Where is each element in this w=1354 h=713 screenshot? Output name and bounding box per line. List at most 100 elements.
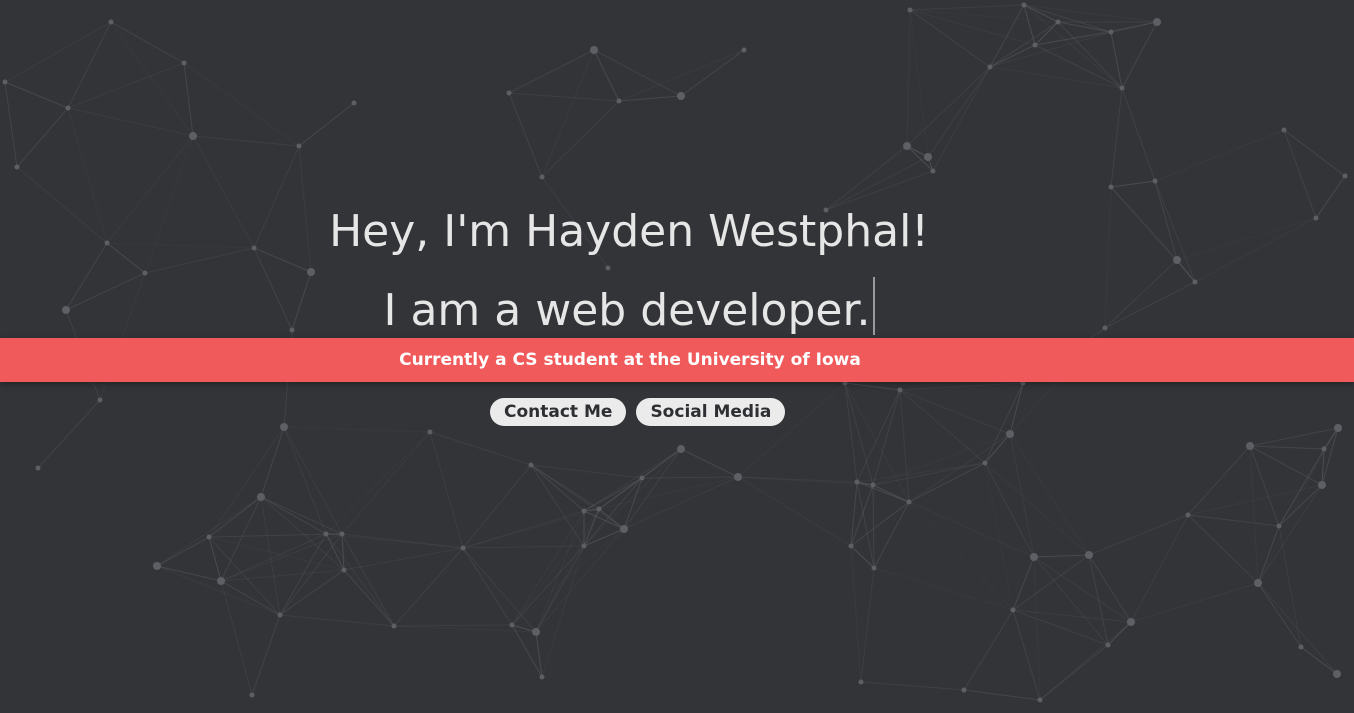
particle-dot [1105,642,1111,648]
particle-link [341,431,431,535]
particle-dot [1021,2,1027,8]
particle-link [1283,129,1317,219]
particle-link [860,681,965,691]
particle-link [1130,582,1259,623]
particle-link [535,545,585,633]
particle-link [429,431,464,549]
particle-dot [1318,481,1326,489]
particle-link [1249,445,1323,486]
particle-link [850,501,910,547]
status-banner: Currently a CS student at the University… [0,338,1354,382]
particle-link [680,49,745,97]
particle-link [909,4,1025,11]
particle-link [1257,484,1323,584]
particle-link [844,382,874,486]
particle-link [156,536,210,567]
particle-link [1088,514,1189,556]
particle-dot [581,543,587,549]
particle-link [1130,514,1189,623]
particle-link [283,426,343,535]
particle-dot [1246,442,1254,450]
particle-dot [1254,579,1262,587]
particle-link [680,448,739,478]
particle-link [156,496,262,567]
particle-link [325,533,395,627]
particle-link [737,476,852,547]
particle-link [462,547,513,626]
particle-link [963,609,1014,691]
particle-dot [1333,670,1341,678]
particle-link [37,399,101,469]
particle-link [899,389,1011,435]
particle-link [1187,445,1251,516]
particle-link [343,569,395,627]
particle-link [1187,484,1323,516]
particle-link [393,624,513,627]
particle-dot [1127,618,1135,626]
particle-dot [907,7,913,13]
particle-link [899,389,986,464]
particle-dot [734,473,742,481]
particle-link [850,545,862,683]
particle-link [429,431,532,466]
social-media-button[interactable]: Social Media [636,398,786,426]
particle-link [16,107,69,168]
particle-link [67,107,194,137]
particle-dot [280,423,288,431]
particle-dot [1313,215,1319,221]
particle-link [623,476,739,530]
particle-dot [620,525,628,533]
particle-dot [181,60,187,66]
particle-link [825,170,934,211]
particle-link [844,382,858,483]
particle-link [641,476,739,479]
particle-link [856,389,901,483]
particle-dot [1119,85,1125,91]
particle-dot [257,493,265,501]
particle-link [283,426,431,433]
particle-dot [677,445,685,453]
particle-dot [1281,127,1287,133]
particle-dot [277,612,283,618]
particle-link [1088,554,1109,646]
particle-dot [596,506,602,512]
action-buttons: Contact Me Social Media [490,398,786,426]
particle-link [462,547,537,633]
particle-link [535,508,600,633]
particle-dot [351,100,357,106]
particle-link [251,614,281,696]
particle-dot [590,46,598,54]
particle-dot [1334,424,1342,432]
particle-link [260,426,285,498]
particle-link [4,81,69,109]
particle-link [1278,427,1339,527]
particle-link [511,528,625,626]
particle-link [1321,427,1339,486]
particle-link [906,66,991,147]
particle-link [1023,4,1036,46]
particle-dot [1010,607,1016,613]
particle-link [989,66,1123,89]
tagline-text: I am a web developer. [383,285,871,336]
particle-link [535,510,585,633]
particle-link [856,481,910,503]
greeting-heading: Hey, I'm Hayden Westphal! [0,206,1258,257]
particle-link [511,545,585,626]
particle-dot [605,265,611,271]
particle-link [860,567,875,683]
contact-me-button[interactable]: Contact Me [490,398,627,426]
particle-dot [616,98,622,104]
particle-link [260,496,327,535]
particle-link [192,135,300,147]
particle-link [1249,445,1259,584]
particle-dot [35,465,41,471]
particle-dot [1037,697,1043,703]
particle-link [1121,87,1156,182]
particle-link [1121,21,1158,89]
particle-dot [1342,173,1348,179]
particle-dot [987,64,993,70]
particle-link [1187,514,1280,527]
particle-link [4,21,112,83]
particle-link [1283,129,1346,177]
particle-link [508,92,543,178]
